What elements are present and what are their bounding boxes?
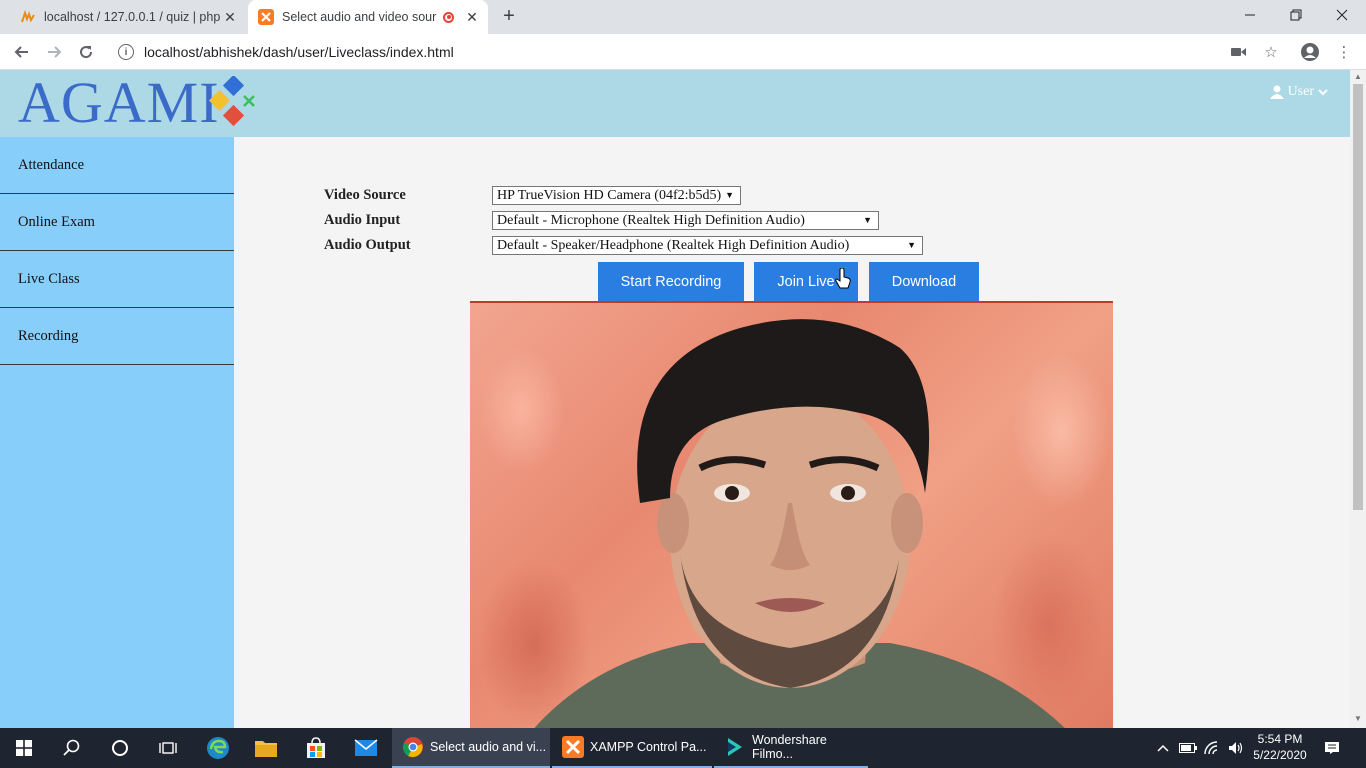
battery-icon[interactable] bbox=[1176, 728, 1200, 768]
cortana-icon[interactable] bbox=[96, 728, 144, 768]
taskbar-app-chrome[interactable]: Select audio and vi... bbox=[392, 728, 550, 768]
action-center-icon[interactable] bbox=[1318, 728, 1346, 768]
audio-input-value: Default - Microphone (Realtek High Defin… bbox=[497, 212, 805, 228]
sidebar-item-live-class[interactable]: Live Class bbox=[0, 251, 234, 308]
chrome-icon bbox=[403, 737, 423, 758]
taskbar-app-label: Select audio and vi... bbox=[430, 740, 547, 754]
main-content: Video Source HP TrueVision HD Camera (04… bbox=[234, 137, 1350, 728]
browser-tab-phpmyadmin[interactable]: localhost / 127.0.0.1 / quiz | php ✕ bbox=[10, 0, 246, 34]
minimize-icon[interactable] bbox=[1227, 0, 1273, 30]
bookmark-star-icon[interactable]: ☆ bbox=[1261, 42, 1281, 62]
taskbar-clock[interactable]: 5:54 PM 5/22/2020 bbox=[1248, 731, 1312, 763]
windows-taskbar: Select audio and vi... XAMPP Control Pa.… bbox=[0, 728, 1366, 768]
video-source-value: HP TrueVision HD Camera (04f2:b5d5) bbox=[497, 187, 722, 203]
audio-input-select[interactable]: Default - Microphone (Realtek High Defin… bbox=[492, 211, 879, 230]
sidebar-item-label: Live Class bbox=[18, 270, 80, 287]
audio-output-value: Default - Speaker/Headphone (Realtek Hig… bbox=[497, 237, 850, 253]
video-source-label: Video Source bbox=[324, 187, 406, 203]
address-bar[interactable]: i localhost/abhishek/dash/user/Liveclass… bbox=[108, 38, 1288, 66]
page-scrollbar[interactable]: ▲ ▼ bbox=[1350, 70, 1366, 728]
camera-feed-image bbox=[534, 319, 1065, 728]
microsoft-store-icon[interactable] bbox=[292, 728, 340, 768]
video-source-row: Video Source HP TrueVision HD Camera (04… bbox=[324, 186, 741, 205]
taskbar-app-label: XAMPP Control Pa... bbox=[590, 740, 707, 754]
profile-icon[interactable] bbox=[1300, 42, 1320, 62]
windows-start-icon[interactable] bbox=[0, 728, 48, 768]
taskbar-app-label: Wondershare Filmo... bbox=[752, 733, 827, 761]
dropdown-arrow-icon: ▼ bbox=[863, 215, 872, 225]
logo-text: AGAMI bbox=[18, 70, 220, 135]
sidebar-item-label: Recording bbox=[18, 327, 79, 344]
file-explorer-icon[interactable] bbox=[242, 728, 290, 768]
user-menu[interactable]: User bbox=[1269, 84, 1328, 100]
page-viewport: AGAMI User Attendance Online Exam Live C… bbox=[0, 70, 1366, 728]
video-preview bbox=[470, 301, 1113, 728]
camera-in-use-icon[interactable] bbox=[1229, 42, 1249, 62]
video-source-select[interactable]: HP TrueVision HD Camera (04f2:b5d5) ▼ bbox=[492, 186, 741, 205]
logo-mark-icon bbox=[208, 76, 255, 127]
browser-tab-strip: localhost / 127.0.0.1 / quiz | php ✕ Sel… bbox=[0, 0, 1366, 34]
user-menu-label: User bbox=[1287, 84, 1314, 99]
url-text: localhost/abhishek/dash/user/Liveclass/i… bbox=[144, 44, 454, 60]
browser-menu-icon[interactable]: ⋮ bbox=[1334, 42, 1354, 62]
audio-output-row: Audio Output Default - Speaker/Headphone… bbox=[324, 236, 923, 255]
forward-icon[interactable] bbox=[40, 38, 68, 66]
dropdown-arrow-icon: ▼ bbox=[907, 240, 916, 250]
tab-close-icon[interactable]: ✕ bbox=[222, 9, 238, 25]
audio-input-row: Audio Input Default - Microphone (Realte… bbox=[324, 211, 879, 230]
scrollbar-thumb[interactable] bbox=[1353, 84, 1363, 510]
show-hidden-icons-icon[interactable] bbox=[1152, 728, 1174, 768]
tab-close-icon[interactable]: ✕ bbox=[464, 9, 480, 25]
dropdown-arrow-icon: ▼ bbox=[725, 190, 734, 200]
edge-browser-icon[interactable] bbox=[194, 728, 242, 768]
download-button[interactable]: Download bbox=[869, 262, 979, 302]
browser-toolbar: i localhost/abhishek/dash/user/Liveclass… bbox=[0, 34, 1366, 70]
network-icon[interactable] bbox=[1200, 728, 1224, 768]
site-info-icon[interactable]: i bbox=[118, 44, 134, 60]
xampp-icon bbox=[258, 9, 274, 25]
sidebar-item-label: Online Exam bbox=[18, 213, 95, 230]
sidebar-item-label: Attendance bbox=[18, 156, 85, 173]
sidebar-item-recording[interactable]: Recording bbox=[0, 308, 234, 365]
chevron-down-icon bbox=[1318, 89, 1328, 96]
user-icon bbox=[1269, 85, 1284, 99]
search-icon[interactable] bbox=[48, 728, 96, 768]
clock-date: 5/22/2020 bbox=[1253, 748, 1307, 762]
taskbar-app-xampp[interactable]: XAMPP Control Pa... bbox=[552, 728, 712, 768]
xampp-icon bbox=[562, 736, 584, 758]
audio-output-select[interactable]: Default - Speaker/Headphone (Realtek Hig… bbox=[492, 236, 923, 255]
tab-title: Select audio and video sour bbox=[282, 10, 437, 24]
audio-input-label: Audio Input bbox=[324, 212, 401, 228]
scroll-up-icon[interactable]: ▲ bbox=[1353, 72, 1363, 82]
back-icon[interactable] bbox=[8, 38, 36, 66]
volume-icon[interactable] bbox=[1224, 728, 1248, 768]
phpmyadmin-icon bbox=[21, 9, 35, 23]
mail-icon[interactable] bbox=[342, 728, 390, 768]
new-tab-icon[interactable]: + bbox=[498, 5, 520, 27]
audio-output-label: Audio Output bbox=[324, 237, 411, 253]
sidebar: Attendance Online Exam Live Class Record… bbox=[0, 137, 234, 728]
filmora-icon bbox=[728, 738, 742, 756]
reload-icon[interactable] bbox=[72, 38, 100, 66]
scroll-down-icon[interactable]: ▼ bbox=[1353, 714, 1363, 724]
site-header: AGAMI User bbox=[0, 70, 1350, 137]
sidebar-item-online-exam[interactable]: Online Exam bbox=[0, 194, 234, 251]
browser-tab-active[interactable]: Select audio and video sour ✕ bbox=[248, 0, 488, 34]
task-view-icon[interactable] bbox=[144, 728, 192, 768]
hand-cursor-icon bbox=[835, 268, 851, 289]
tab-title: localhost / 127.0.0.1 / quiz | php bbox=[44, 10, 221, 24]
restore-icon[interactable] bbox=[1273, 0, 1319, 30]
recording-indicator-icon bbox=[443, 11, 454, 23]
close-window-icon[interactable] bbox=[1319, 0, 1365, 30]
clock-time: 5:54 PM bbox=[1257, 732, 1303, 746]
taskbar-app-filmora[interactable]: Wondershare Filmo... bbox=[714, 728, 868, 768]
sidebar-item-attendance[interactable]: Attendance bbox=[0, 137, 234, 194]
start-recording-button[interactable]: Start Recording bbox=[598, 262, 744, 302]
